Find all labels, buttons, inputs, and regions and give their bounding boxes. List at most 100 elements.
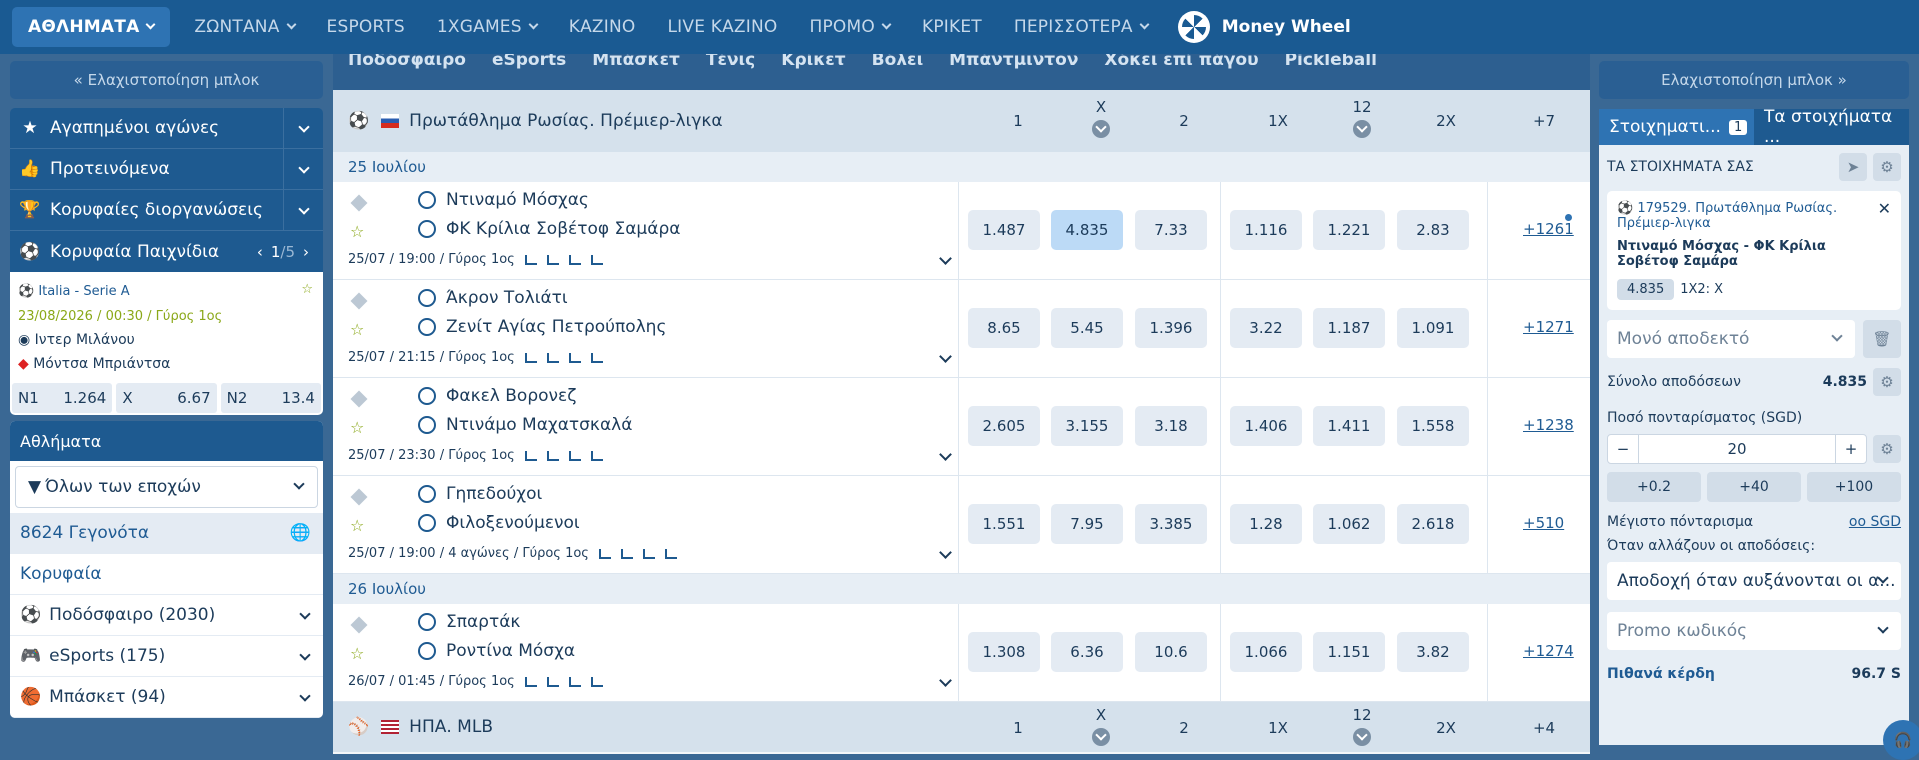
events-count[interactable]: 8624 Γεγονότα 🌐 <box>10 513 323 554</box>
chevron-down-icon[interactable] <box>939 674 952 687</box>
odd-button[interactable]: 3.385 <box>1135 504 1207 544</box>
subnav-badminton[interactable]: Μπάντμιντον <box>949 54 1078 70</box>
more-markets-link[interactable]: +1261 <box>1523 220 1574 238</box>
stats-icon[interactable] <box>524 352 537 363</box>
stake-input[interactable]: 20 <box>1638 435 1836 463</box>
nav-esports[interactable]: ESPORTS <box>311 7 421 47</box>
max-stake-value[interactable]: oo SGD <box>1849 514 1901 530</box>
quick-stake-button[interactable]: +100 <box>1807 472 1901 502</box>
league-header[interactable]: ⚽ Πρωτάθλημα Ρωσίας. Πρέμιερ-λιγκα 1 X 2… <box>333 90 1590 152</box>
odd-button[interactable]: 1.221 <box>1313 210 1385 250</box>
subnav-tennis[interactable]: Τένις <box>706 54 755 70</box>
nav-cricket[interactable]: ΚΡΙΚΕΤ <box>906 7 998 47</box>
league-header[interactable]: ⚾ ΗΠΑ. MLB 1 X 2 1X 12 2X +4 <box>333 702 1590 752</box>
favorites-row[interactable]: ★ Αγαπημένοι αγώνες <box>10 108 323 149</box>
chart-icon[interactable] <box>546 254 559 265</box>
odd-button[interactable]: 2.83 <box>1397 210 1469 250</box>
lineup-icon[interactable] <box>590 676 603 687</box>
favorite-star-icon[interactable]: ☆ <box>350 222 364 241</box>
pin-icon[interactable] <box>350 292 368 310</box>
favorite-star-icon[interactable]: ☆ <box>350 320 364 339</box>
sport-item-football[interactable]: ⚽ Ποδόσφαιρο (2030) <box>10 595 323 636</box>
lineup-icon[interactable] <box>590 450 603 461</box>
bet-type-select[interactable]: Μονό αποδεκτό <box>1607 320 1855 358</box>
stats-icon[interactable] <box>524 450 537 461</box>
lineup-icon[interactable] <box>590 352 603 363</box>
subnav-esports[interactable]: eSports <box>492 54 566 70</box>
top-game-card[interactable]: ⚽ Italia - Serie A ☆ 23/08/2026 / 00:30 … <box>10 272 323 415</box>
share-icon[interactable]: ➤ <box>1839 153 1867 181</box>
quick-stake-button[interactable]: +40 <box>1707 472 1801 502</box>
odd-button[interactable]: N1 1.264 <box>12 383 113 413</box>
chart-icon[interactable] <box>546 352 559 363</box>
trash-icon[interactable]: 🗑 <box>1863 320 1901 358</box>
odd-button[interactable]: 10.6 <box>1135 632 1207 672</box>
odd-button[interactable]: 7.33 <box>1135 210 1207 250</box>
odd-button[interactable]: 1.062 <box>1313 504 1385 544</box>
subnav-basketball[interactable]: Μπάσκετ <box>592 54 680 70</box>
chevron-down-icon[interactable] <box>283 149 323 190</box>
subnav-pickleball[interactable]: Pickleball <box>1285 54 1377 70</box>
odd-button[interactable]: N2 13.4 <box>220 383 321 413</box>
odd-button[interactable]: 1.487 <box>968 210 1040 250</box>
chevron-down-icon[interactable] <box>939 448 952 461</box>
lineup-icon[interactable] <box>664 548 677 559</box>
chart-icon[interactable] <box>620 548 633 559</box>
subnav-hockey[interactable]: Χόκεϊ επί πάγου <box>1104 54 1258 70</box>
odd-button[interactable]: 8.65 <box>968 308 1040 348</box>
chevron-down-icon[interactable] <box>1092 120 1110 138</box>
minimize-left-button[interactable]: « Ελαχιστοποίηση μπλοκ <box>10 61 323 99</box>
odd-button[interactable]: 1.406 <box>1230 406 1302 446</box>
chart-icon[interactable] <box>546 450 559 461</box>
odd-button[interactable]: 1.411 <box>1313 406 1385 446</box>
pin-icon[interactable] <box>350 390 368 408</box>
top-competitions-row[interactable]: 🏆 Κορυφαίες διοργανώσεις <box>10 190 323 231</box>
more-markets-link[interactable]: +1271 <box>1523 318 1574 336</box>
odd-button[interactable]: X 6.67 <box>116 383 217 413</box>
list-icon[interactable] <box>568 450 581 461</box>
list-icon[interactable] <box>642 548 655 559</box>
match-row[interactable]: ☆ Σπαρτάκ Ροντίνα Μόσχα 26/07 / 01:45 / Γύρ… <box>333 604 1590 702</box>
odd-button[interactable]: 1.066 <box>1230 632 1302 672</box>
chart-icon[interactable] <box>546 676 559 687</box>
settings-gear-icon[interactable]: ⚙ <box>1873 435 1901 463</box>
odd-button[interactable]: 1.551 <box>968 504 1040 544</box>
odd-button[interactable]: 1.308 <box>968 632 1040 672</box>
stats-icon[interactable] <box>598 548 611 559</box>
support-icon[interactable]: 🎧 <box>1883 720 1919 760</box>
match-row[interactable]: ☆ Άκρον Τολιάτι Ζενίτ Αγίας Πετρούπολης 25/… <box>333 280 1590 378</box>
nav-sports[interactable]: ΑΘΛΗΜΑΤΑ <box>12 7 171 47</box>
odd-button[interactable]: 6.36 <box>1051 632 1123 672</box>
pin-icon[interactable] <box>350 616 368 634</box>
more-markets-link[interactable]: +1274 <box>1523 642 1574 660</box>
odd-button[interactable]: 7.95 <box>1051 504 1123 544</box>
chevron-down-icon[interactable] <box>939 350 952 363</box>
nav-live[interactable]: ΖΩΝΤΑΝΑ <box>178 7 310 47</box>
recommended-row[interactable]: 👍 Προτεινόμενα <box>10 149 323 190</box>
promo-code-select[interactable]: Promo κωδικός <box>1607 612 1901 650</box>
more-markets-link[interactable]: +510 <box>1523 514 1564 532</box>
odd-button[interactable]: 3.22 <box>1230 308 1302 348</box>
minimize-right-button[interactable]: Ελαχιστοποίηση μπλοκ » <box>1599 61 1909 99</box>
chevron-down-icon[interactable] <box>283 190 323 231</box>
tab-bet-slip[interactable]: Στοιχηματι... 1 <box>1599 109 1754 145</box>
chevron-right-icon[interactable]: › <box>303 243 309 261</box>
increase-stake-button[interactable]: + <box>1836 440 1866 458</box>
odd-button[interactable]: 1.116 <box>1230 210 1302 250</box>
favorite-star-icon[interactable]: ☆ <box>301 282 313 297</box>
decrease-stake-button[interactable]: − <box>1608 440 1638 458</box>
nav-live-casino[interactable]: LIVE ΚΑΖΙΝΟ <box>652 7 794 47</box>
odd-button[interactable]: 3.82 <box>1397 632 1469 672</box>
favorite-star-icon[interactable]: ☆ <box>350 418 364 437</box>
odds-change-select[interactable]: Αποδοχή όταν αυξάνονται οι α... <box>1607 562 1901 600</box>
stats-icon[interactable] <box>524 254 537 265</box>
pin-icon[interactable] <box>350 194 368 212</box>
list-icon[interactable] <box>568 254 581 265</box>
sport-item-esports[interactable]: 🎮 eSports (175) <box>10 636 323 677</box>
match-row[interactable]: ☆ Γηπεδούχοι Φιλοξενούμενοι 25/07 / 19:00 /… <box>333 476 1590 574</box>
quick-stake-button[interactable]: +0.2 <box>1607 472 1701 502</box>
chevron-down-icon[interactable] <box>1353 120 1371 138</box>
odd-button[interactable]: 5.45 <box>1051 308 1123 348</box>
nav-casino[interactable]: ΚΑΖΙΝΟ <box>553 7 652 47</box>
odd-button[interactable]: 1.558 <box>1397 406 1469 446</box>
